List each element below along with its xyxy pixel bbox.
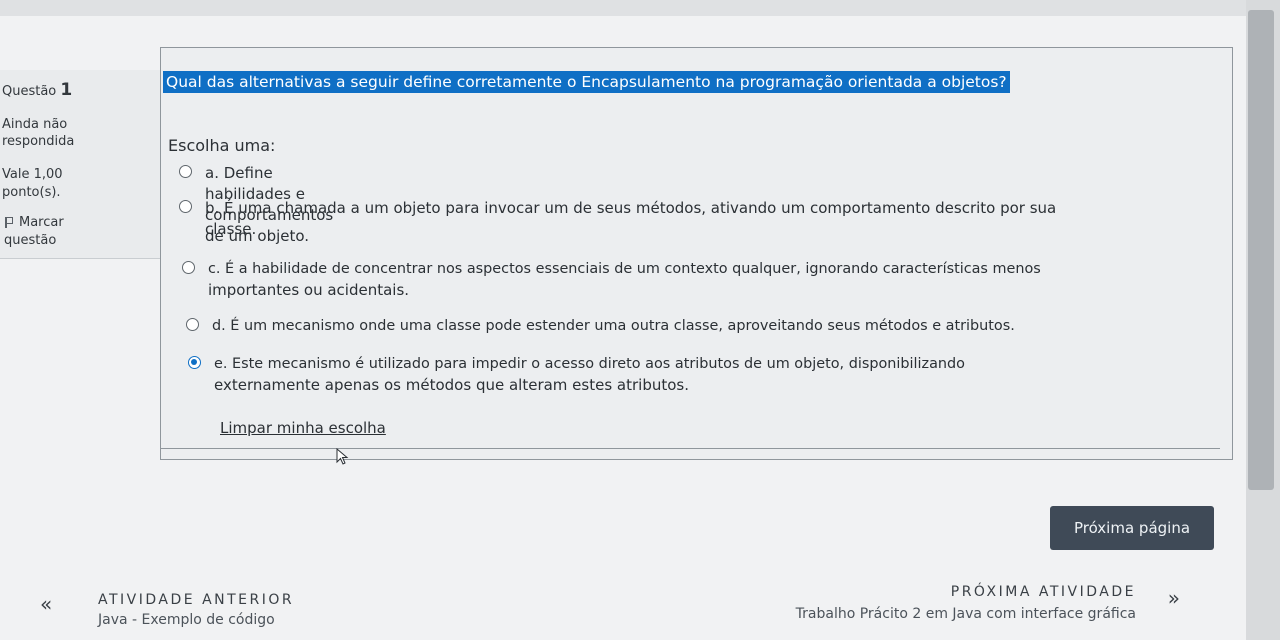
option-c-line-2: importantes ou acidentais. [208,281,410,299]
double-chevron-left-icon: « [40,592,53,616]
flag-question-link[interactable]: Marcar questão [4,214,154,250]
option-c-line-1: c. É a habilidade de concentrar nos aspe… [208,261,1041,277]
question-status: Ainda não respondida [2,116,152,150]
radio-icon[interactable] [179,200,192,213]
option-b-line-1: b. É uma chamada a um objeto para invoca… [205,199,1057,217]
scrollbar-track[interactable] [1246,0,1280,640]
radio-icon[interactable] [188,356,201,369]
next-page-button[interactable]: Próxima página [1050,506,1214,550]
top-strip [0,0,1246,16]
question-prefix: Questão [2,84,57,99]
grade-line-1: Vale 1,00 [2,167,63,182]
question-grade: Vale 1,00 ponto(s). [2,166,152,202]
flag-line-1: Marcar [19,215,64,230]
question-label: Questão 1 [2,80,72,100]
question-card: Qual das alternativas a seguir define co… [160,47,1233,465]
radio-icon[interactable] [186,318,199,331]
question-info-block: Questão 1 Ainda não respondida Vale 1,00… [0,70,160,259]
status-line-2: respondida [2,134,75,149]
question-number: 1 [60,80,73,100]
flag-line-2: questão [4,233,57,248]
next-activity-kicker: PRÓXIMA ATIVIDADE [950,584,1136,600]
grade-line-2: ponto(s). [2,185,61,200]
scrollbar-thumb[interactable] [1248,10,1274,490]
radio-icon[interactable] [182,261,195,274]
clear-choice-link[interactable]: Limpar minha escolha [220,419,386,437]
flag-icon [4,217,13,228]
next-activity-name: Trabalho Prácito 2 em Java com interface… [795,606,1136,622]
mouse-cursor-icon [336,448,349,465]
option-e-line-1: e. Este mecanismo é utilizado para imped… [214,356,965,372]
option-e-line-2: externamente apenas os métodos que alter… [214,376,689,394]
option-b-line-2: classe. [205,220,257,238]
option-d-line-1: d. É um mecanismo onde uma classe pode e… [212,318,1015,334]
previous-activity-link[interactable]: « ATIVIDADE ANTERIOR Java - Exemplo de c… [40,588,340,634]
radio-icon[interactable] [179,165,192,178]
status-line-1: Ainda não [2,117,68,132]
card-divider [161,448,1220,449]
question-text: Qual das alternativas a seguir define co… [163,71,1010,93]
next-activity-link[interactable]: PRÓXIMA ATIVIDADE Trabalho Prácito 2 em … [730,580,1200,634]
previous-activity-name: Java - Exemplo de código [98,612,275,628]
double-chevron-right-icon: » [1167,586,1180,610]
choose-label: Escolha uma: [168,136,276,155]
previous-activity-kicker: ATIVIDADE ANTERIOR [98,592,295,608]
